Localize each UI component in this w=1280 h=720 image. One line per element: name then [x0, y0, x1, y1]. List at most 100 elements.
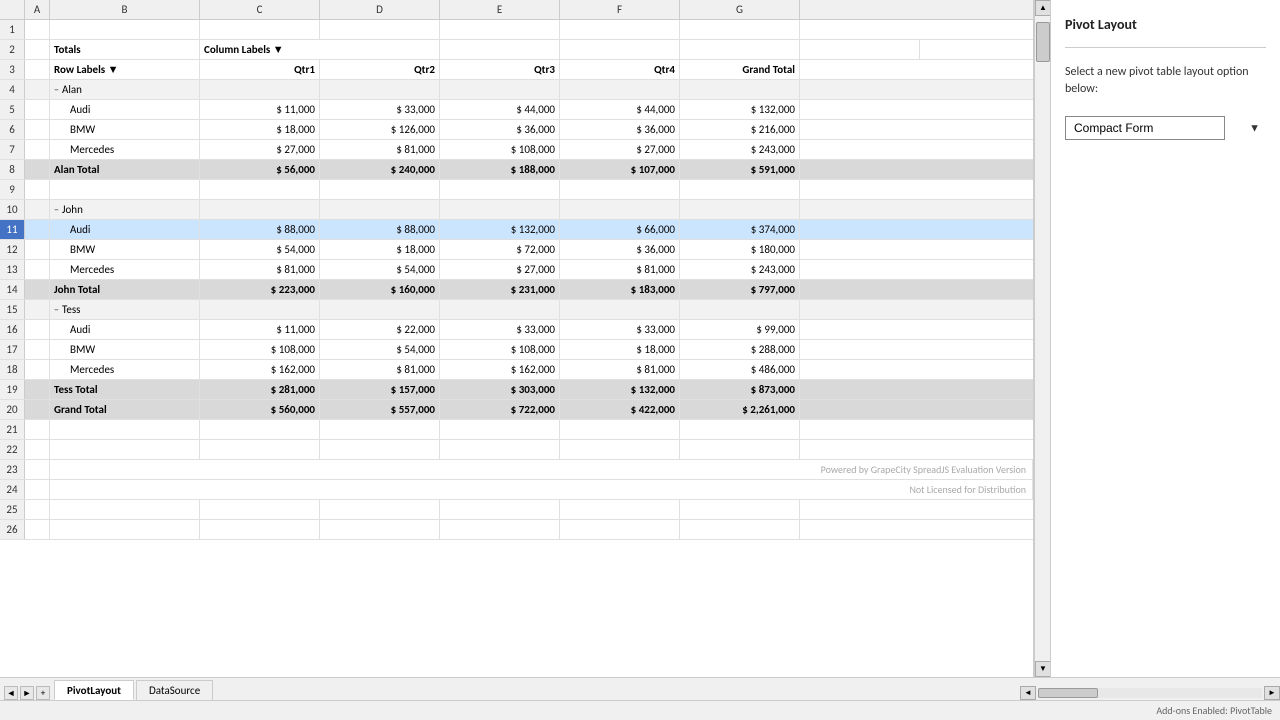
cell-b3[interactable]: Row Labels ▼: [50, 60, 200, 79]
tab-datasource[interactable]: DataSource: [136, 680, 213, 700]
col-header-c[interactable]: C: [200, 0, 320, 19]
cell-f6[interactable]: $ 36,000: [560, 120, 680, 139]
cell-g6[interactable]: $ 216,000: [680, 120, 800, 139]
cell-f15[interactable]: [560, 300, 680, 319]
cell-b20[interactable]: Grand Total: [50, 400, 200, 419]
cell-g5[interactable]: $ 132,000: [680, 100, 800, 119]
cell-a19[interactable]: [25, 380, 50, 399]
cell-c12[interactable]: $ 54,000: [200, 240, 320, 259]
cell-a2[interactable]: [25, 40, 50, 59]
cell-f3[interactable]: Qtr4: [560, 60, 680, 79]
cell-d19[interactable]: $ 157,000: [320, 380, 440, 399]
cell-g10[interactable]: [680, 200, 800, 219]
cell-a8[interactable]: [25, 160, 50, 179]
cell-c18[interactable]: $ 162,000: [200, 360, 320, 379]
cell-a15[interactable]: [25, 300, 50, 319]
cell-f14[interactable]: $ 183,000: [560, 280, 680, 299]
cell-a13[interactable]: [25, 260, 50, 279]
cell-g15[interactable]: [680, 300, 800, 319]
cell-e10[interactable]: [440, 200, 560, 219]
cell-e15[interactable]: [440, 300, 560, 319]
cell-d5[interactable]: $ 33,000: [320, 100, 440, 119]
cell-c11[interactable]: $ 88,000: [200, 220, 320, 239]
cell-c8[interactable]: $ 56,000: [200, 160, 320, 179]
cell-c19[interactable]: $ 281,000: [200, 380, 320, 399]
cell-e8[interactable]: $ 188,000: [440, 160, 560, 179]
cell-b17[interactable]: BMW: [50, 340, 200, 359]
cell-f16[interactable]: $ 33,000: [560, 320, 680, 339]
cell-c20[interactable]: $ 560,000: [200, 400, 320, 419]
cell-a4[interactable]: [25, 80, 50, 99]
cell-c13[interactable]: $ 81,000: [200, 260, 320, 279]
cell-b18[interactable]: Mercedes: [50, 360, 200, 379]
cell-g14[interactable]: $ 797,000: [680, 280, 800, 299]
cell-b15[interactable]: − Tess: [50, 300, 200, 319]
cell-d8[interactable]: $ 240,000: [320, 160, 440, 179]
cell-g3[interactable]: Grand Total: [680, 60, 800, 79]
cell-d20[interactable]: $ 557,000: [320, 400, 440, 419]
cell-f4[interactable]: [560, 80, 680, 99]
cell-d6[interactable]: $ 126,000: [320, 120, 440, 139]
cell-b1[interactable]: [50, 20, 200, 39]
cell-a12[interactable]: [25, 240, 50, 259]
cell-a10[interactable]: [25, 200, 50, 219]
cell-g19[interactable]: $ 873,000: [680, 380, 800, 399]
cell-b11[interactable]: Audi: [50, 220, 200, 239]
cell-g1[interactable]: [680, 20, 800, 39]
cell-d13[interactable]: $ 54,000: [320, 260, 440, 279]
cell-b7[interactable]: Mercedes: [50, 140, 200, 159]
cell-c2[interactable]: Column Labels ▼: [200, 40, 440, 59]
cell-e16[interactable]: $ 33,000: [440, 320, 560, 339]
cell-f19[interactable]: $ 132,000: [560, 380, 680, 399]
cell-f18[interactable]: $ 81,000: [560, 360, 680, 379]
cell-e13[interactable]: $ 27,000: [440, 260, 560, 279]
cell-c15[interactable]: [200, 300, 320, 319]
cell-c7[interactable]: $ 27,000: [200, 140, 320, 159]
cell-c9[interactable]: [200, 180, 320, 199]
cell-f5[interactable]: $ 44,000: [560, 100, 680, 119]
cell-e19[interactable]: $ 303,000: [440, 380, 560, 399]
scroll-down-arrow[interactable]: ▼: [1035, 661, 1051, 677]
cell-a9[interactable]: [25, 180, 50, 199]
cell-g8[interactable]: $ 591,000: [680, 160, 800, 179]
cell-b5[interactable]: Audi: [50, 100, 200, 119]
cell-b13[interactable]: Mercedes: [50, 260, 200, 279]
cell-a3[interactable]: [25, 60, 50, 79]
cell-g13[interactable]: $ 243,000: [680, 260, 800, 279]
hscroll-left[interactable]: ◄: [1020, 686, 1036, 700]
cell-e14[interactable]: $ 231,000: [440, 280, 560, 299]
cell-c16[interactable]: $ 11,000: [200, 320, 320, 339]
cell-a7[interactable]: [25, 140, 50, 159]
cell-c3[interactable]: Qtr1: [200, 60, 320, 79]
cell-e1[interactable]: [440, 20, 560, 39]
cell-c4[interactable]: [200, 80, 320, 99]
cell-e6[interactable]: $ 36,000: [440, 120, 560, 139]
cell-g12[interactable]: $ 180,000: [680, 240, 800, 259]
cell-f20[interactable]: $ 422,000: [560, 400, 680, 419]
cell-c1[interactable]: [200, 20, 320, 39]
cell-e18[interactable]: $ 162,000: [440, 360, 560, 379]
cell-a5[interactable]: [25, 100, 50, 119]
cell-d11[interactable]: $ 88,000: [320, 220, 440, 239]
layout-select[interactable]: Compact Form Outline Form Tabular Form: [1065, 116, 1225, 140]
cell-f13[interactable]: $ 81,000: [560, 260, 680, 279]
cell-c10[interactable]: [200, 200, 320, 219]
cell-b2[interactable]: Totals: [50, 40, 200, 59]
hscroll-track[interactable]: [1038, 688, 1262, 698]
col-header-g[interactable]: G: [680, 0, 800, 19]
cell-b6[interactable]: BMW: [50, 120, 200, 139]
cell-e2[interactable]: [560, 40, 680, 59]
cell-f1[interactable]: [560, 20, 680, 39]
col-header-a[interactable]: A: [25, 0, 50, 19]
cell-b10[interactable]: − John: [50, 200, 200, 219]
cell-d9[interactable]: [320, 180, 440, 199]
cell-a17[interactable]: [25, 340, 50, 359]
layout-select-wrapper[interactable]: Compact Form Outline Form Tabular Form ▼: [1065, 116, 1266, 140]
cell-b4[interactable]: − Alan: [50, 80, 200, 99]
cell-d15[interactable]: [320, 300, 440, 319]
cell-g17[interactable]: $ 288,000: [680, 340, 800, 359]
cell-b12[interactable]: BMW: [50, 240, 200, 259]
cell-b19[interactable]: Tess Total: [50, 380, 200, 399]
cell-e17[interactable]: $ 108,000: [440, 340, 560, 359]
cell-c17[interactable]: $ 108,000: [200, 340, 320, 359]
